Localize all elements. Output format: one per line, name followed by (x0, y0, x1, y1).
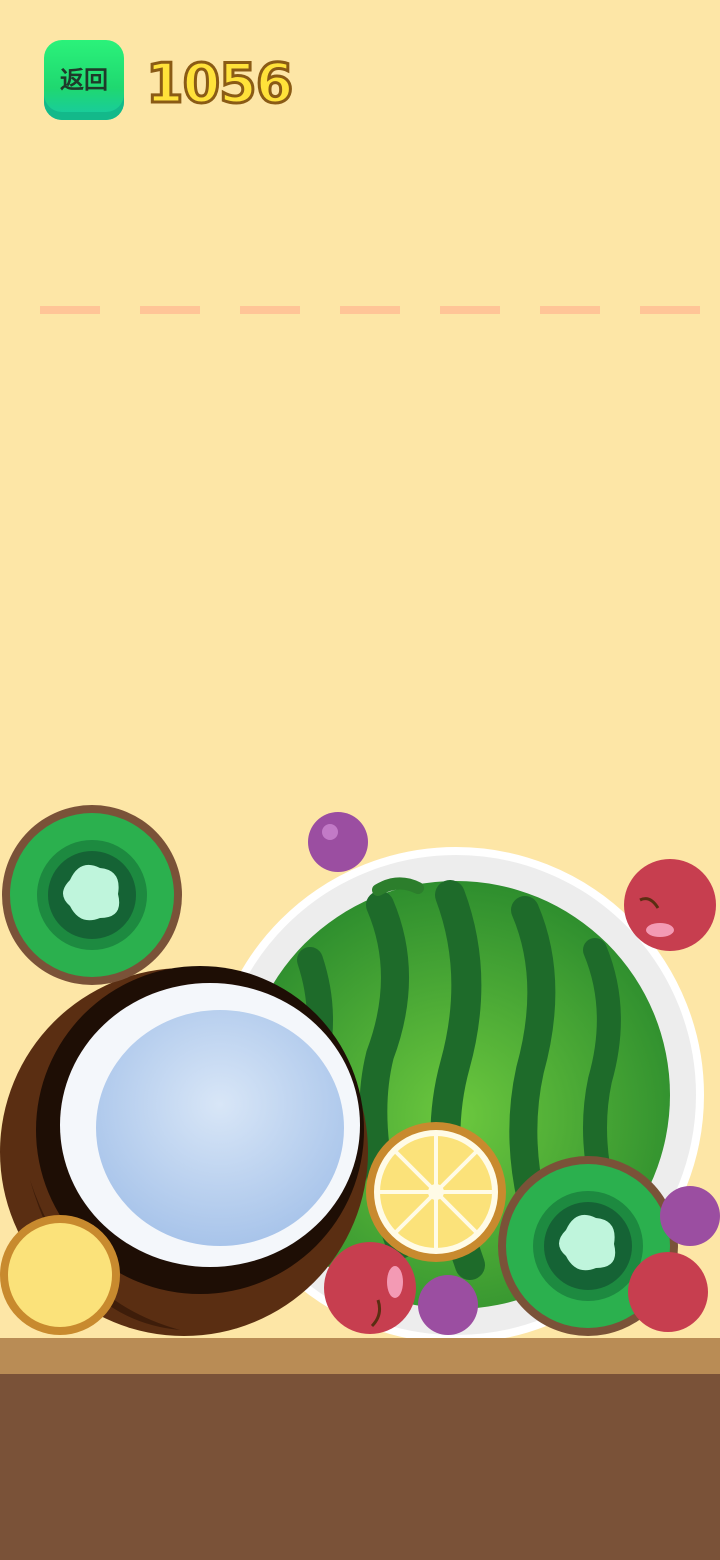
cherry (624, 859, 716, 951)
game-stage[interactable]: 返回 1056 (0, 0, 720, 1560)
ground (0, 1374, 720, 1560)
grape (418, 1275, 478, 1335)
kiwi (2, 805, 182, 985)
fruit-pile (0, 805, 720, 1343)
cherry (324, 1242, 416, 1334)
grape (660, 1186, 720, 1246)
lemon (366, 1122, 506, 1262)
cherry (628, 1252, 708, 1332)
ground-top (0, 1338, 720, 1374)
grape (308, 812, 368, 872)
lemon (0, 1215, 120, 1335)
